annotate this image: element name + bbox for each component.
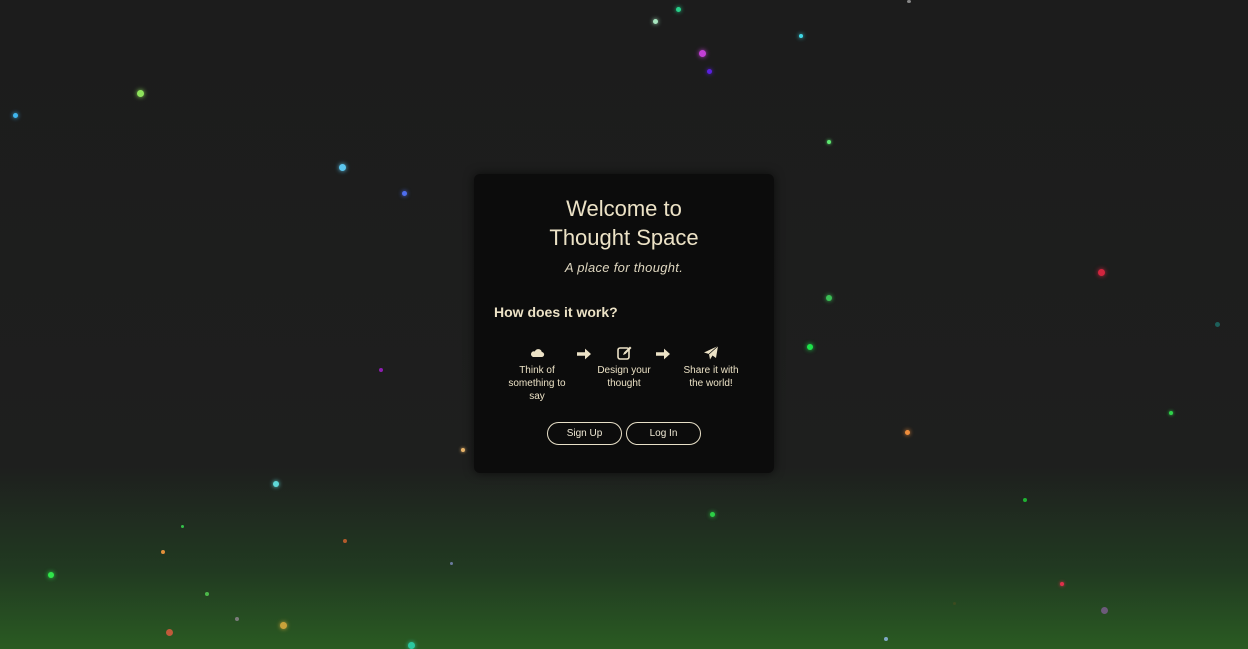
particle	[807, 344, 813, 350]
title-line-2: Thought Space	[549, 225, 699, 250]
particle	[161, 550, 165, 554]
page-title: Welcome to Thought Space	[474, 194, 774, 252]
step-think: Think of something to say	[506, 344, 568, 403]
particle	[953, 602, 956, 605]
arrow-right-icon	[577, 348, 591, 360]
particle	[273, 481, 279, 487]
arrow-right-icon	[656, 348, 670, 360]
tagline: A place for thought.	[564, 260, 684, 275]
particle	[1169, 411, 1173, 415]
cloud-icon	[530, 349, 545, 358]
sign-up-button[interactable]: Sign Up	[547, 422, 622, 445]
particle	[1060, 582, 1064, 586]
particle	[339, 164, 346, 171]
particle	[137, 90, 144, 97]
particle	[461, 448, 465, 452]
particle	[699, 50, 706, 57]
particle	[1101, 607, 1108, 614]
edit-icon	[617, 346, 632, 360]
particle	[799, 34, 803, 38]
particle	[205, 592, 209, 596]
step-label: Think of something to say	[508, 365, 566, 402]
particle	[235, 617, 239, 621]
particle	[827, 140, 831, 144]
particle	[1023, 498, 1027, 502]
particle	[402, 191, 407, 196]
step-design: Design your thought	[593, 344, 655, 390]
particle	[166, 629, 173, 636]
particle	[181, 525, 184, 528]
step-label: Share it with the world!	[683, 365, 739, 389]
particle	[408, 642, 415, 649]
welcome-card: Welcome to Thought Space A place for tho…	[474, 174, 774, 473]
particle	[280, 622, 287, 629]
particle	[905, 430, 910, 435]
particle	[707, 69, 712, 74]
particle	[884, 637, 888, 641]
particle	[450, 562, 453, 565]
particle	[676, 7, 681, 12]
log-in-button[interactable]: Log In	[626, 422, 701, 445]
step-label: Design your thought	[597, 365, 651, 389]
particle	[907, 0, 911, 3]
particle	[1098, 269, 1105, 276]
paper-plane-icon	[704, 345, 719, 360]
how-it-works-heading: How does it work?	[494, 304, 618, 320]
particle	[653, 19, 658, 24]
particle	[710, 512, 715, 517]
particle	[379, 368, 383, 372]
title-line-1: Welcome to	[566, 196, 682, 221]
particle	[13, 113, 18, 118]
particle	[826, 295, 832, 301]
particle	[48, 572, 54, 578]
particle	[343, 539, 347, 543]
step-share: Share it with the world!	[680, 344, 742, 390]
particle	[1215, 322, 1220, 327]
